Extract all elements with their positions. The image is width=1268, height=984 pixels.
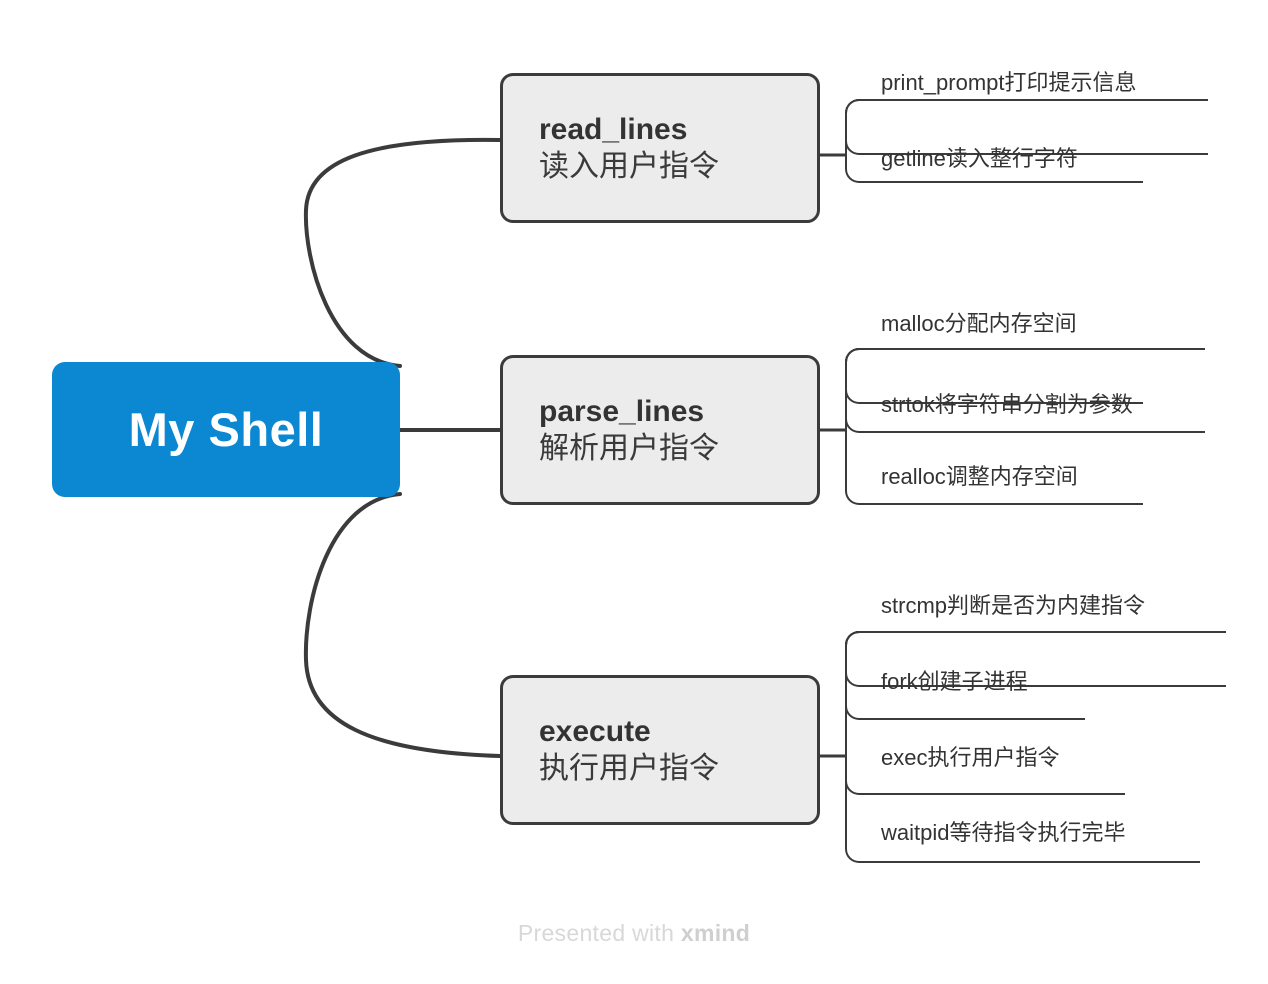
leaf-label-realloc: realloc调整内存空间 [881, 464, 1078, 489]
leaf-label-malloc: malloc分配内存空间 [881, 311, 1077, 336]
footer-brand: xmind [680, 920, 751, 946]
branch-title-execute: execute [539, 714, 651, 748]
branch-title-parse-lines: parse_lines [539, 394, 705, 428]
branch-subtitle-execute: 执行用户指令 [539, 752, 719, 785]
mindmap-canvas: My Shell read_lines 读入用户指令 print_prompt打… [0, 0, 1268, 984]
footer-prefix: Presented with [517, 920, 681, 946]
footer-attribution: Presented with xmind [0, 920, 1268, 947]
leaf-label-waitpid: waitpid等待指令执行完毕 [881, 820, 1126, 845]
branch-title-read-lines: read_lines [539, 112, 688, 146]
root-node-label: My Shell [128, 402, 324, 456]
leaf-label-getline: getline读入整行字符 [881, 146, 1078, 171]
root-node[interactable]: My Shell [52, 362, 400, 497]
branch-node-parse-lines[interactable]: parse_lines 解析用户指令 [500, 355, 820, 505]
branch-node-execute[interactable]: execute 执行用户指令 [500, 675, 820, 825]
branch-subtitle-read-lines: 读入用户指令 [539, 150, 719, 183]
branch-subtitle-parse-lines: 解析用户指令 [539, 432, 719, 465]
leaf-label-strcmp: strcmp判断是否为内建指令 [881, 593, 1146, 618]
leaf-label-print-prompt: print_prompt打印提示信息 [881, 70, 1137, 95]
connector-root-to-execute [303, 492, 502, 758]
connector-root-to-read-lines [303, 137, 502, 368]
branch-node-read-lines[interactable]: read_lines 读入用户指令 [500, 73, 820, 223]
